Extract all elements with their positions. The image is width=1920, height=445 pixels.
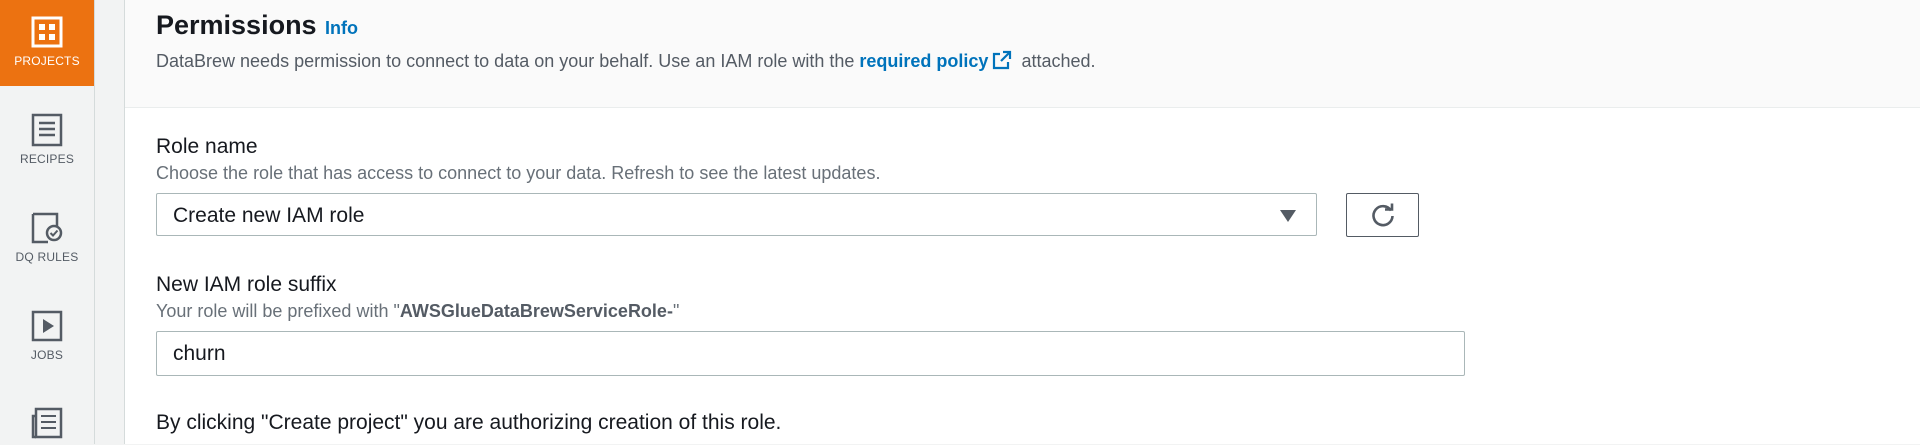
description-text: DataBrew needs permission to connect to … [156,51,855,71]
sidebar-item-label: RECIPES [19,152,75,166]
refresh-button[interactable] [1346,193,1419,237]
external-link-icon [993,50,1012,70]
panel-header: Permissions Info DataBrew needs permissi… [125,0,1920,108]
role-suffix-hint: Your role will be prefixed with "AWSGlue… [156,301,679,322]
info-link[interactable]: Info [325,18,358,39]
role-name-label: Role name [156,135,258,158]
sidebar-item-recipes[interactable]: RECIPES [0,113,94,166]
dq-rules-icon [31,212,63,244]
sidebar-item-label: JOBS [30,348,64,362]
sidebar-item-jobs[interactable]: JOBS [0,309,94,362]
role-name-hint: Choose the role that has access to conne… [156,163,881,183]
sidebar-item-label: PROJECTS [14,54,80,68]
sidebar-nav: PROJECTS RECIPES DQ RULES JOBS [0,0,95,444]
refresh-icon [1372,203,1394,227]
role-prefix-value: AWSGlueDataBrewServiceRole- [399,301,673,321]
sidebar-item-dq-rules[interactable]: DQ RULES [0,211,94,264]
projects-icon [31,16,63,48]
required-policy-link[interactable]: required policy [859,50,1016,71]
role-name-select[interactable]: Create new IAM role [156,193,1317,236]
required-policy-label: required policy [859,51,989,71]
gutter [95,0,124,444]
authorization-notice: By clicking "Create project" you are aut… [156,411,782,434]
role-name-selected-value: Create new IAM role [173,204,365,227]
panel-description: DataBrew needs permission to connect to … [156,50,1096,72]
recipes-icon [31,113,63,147]
datasets-icon [31,407,63,439]
role-suffix-hint-suffix: " [672,301,680,321]
caret-down-icon [1280,210,1296,222]
description-suffix: attached. [1021,51,1096,71]
role-suffix-input[interactable] [156,331,1465,376]
permissions-panel: Permissions Info DataBrew needs permissi… [124,0,1920,444]
sidebar-item-projects[interactable]: PROJECTS [0,0,94,86]
role-suffix-hint-prefix: Your role will be prefixed with " [156,301,400,321]
jobs-icon [31,310,63,342]
sidebar-item-label: DQ RULES [15,250,79,264]
sidebar-item-datasets[interactable] [0,406,94,445]
role-suffix-label: New IAM role suffix [156,273,337,296]
page-title: Permissions [156,10,317,40]
